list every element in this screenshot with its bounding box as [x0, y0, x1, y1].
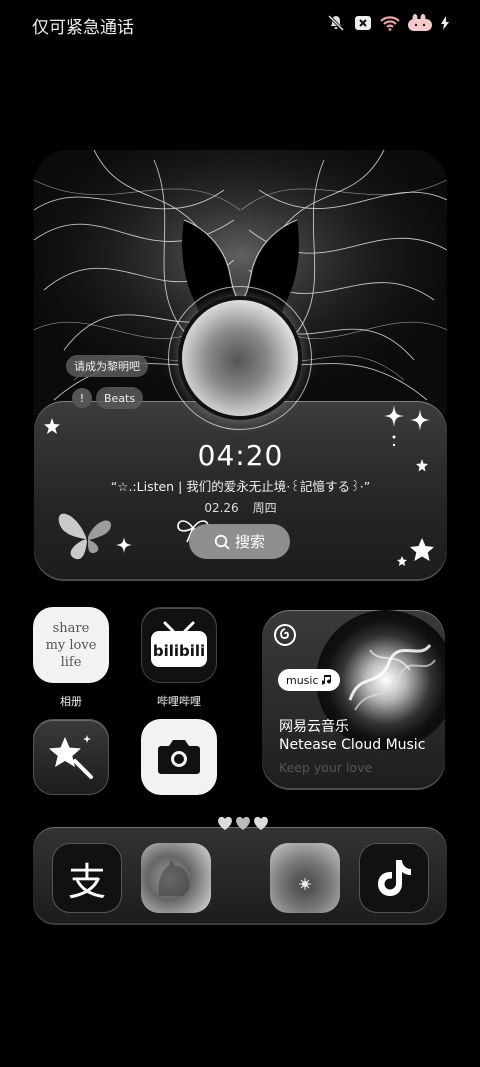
smoke-art	[348, 644, 436, 711]
album-art-line: share	[52, 620, 90, 636]
hearts-decoration	[216, 815, 270, 831]
mute-icon	[326, 14, 346, 32]
cat-photo-icon	[158, 860, 190, 896]
dock-cat-app[interactable]	[141, 843, 211, 913]
wifi-icon	[380, 14, 400, 32]
camera-icon	[158, 740, 200, 774]
alert-icon: !	[72, 388, 92, 408]
carrier-text: 仅可紧急通话	[32, 18, 134, 38]
music-note-icon	[321, 675, 331, 685]
album-app-icon[interactable]: share my love life	[33, 607, 109, 683]
album-art-line: my love	[45, 637, 97, 653]
beats-tag: Beats	[96, 387, 144, 409]
music-widget[interactable]: 请成为黎明吧 ! Beats 04:20 “☆.:Listen | 我们的爱永无…	[34, 150, 447, 581]
magic-wand-icon	[49, 735, 93, 779]
bilibili-app-icon[interactable]: bilibili	[141, 607, 217, 683]
status-icons	[326, 14, 450, 32]
netease-subtitle: Netease Cloud Music	[279, 737, 426, 753]
dock-alipay[interactable]: 支	[52, 843, 122, 913]
date-text: 02.26	[204, 501, 239, 515]
netease-widget[interactable]: music 网易云音乐 Netease Cloud Music Keep you…	[262, 610, 445, 790]
netease-title: 网易云音乐	[279, 719, 349, 735]
app-magic[interactable]	[33, 719, 109, 795]
alipay-icon: 支	[67, 859, 106, 904]
dock-tiktok[interactable]	[359, 843, 429, 913]
date-row: 02.26 周四	[34, 499, 447, 516]
search-button[interactable]: 搜索	[189, 524, 290, 559]
album-art-line: life	[60, 654, 82, 670]
lyric-tag: 请成为黎明吧	[66, 355, 148, 377]
album-disc[interactable]	[182, 300, 298, 416]
bilibili-logo-text: bilibili	[153, 642, 205, 660]
flower-photo-icon	[299, 878, 311, 890]
clock-time: 04:20	[197, 439, 284, 472]
charging-icon	[440, 14, 450, 32]
app-camera[interactable]	[141, 719, 217, 795]
tiktok-icon	[378, 860, 411, 896]
camera-app-icon[interactable]	[141, 719, 217, 795]
app-album[interactable]: share my love life 相册	[33, 607, 109, 709]
netease-tagline: Keep your love	[279, 760, 373, 775]
netease-logo-icon	[274, 624, 296, 646]
star-icon	[44, 418, 60, 434]
search-label: 搜索	[234, 533, 265, 551]
weekday-text: 周四	[252, 501, 277, 515]
status-bar: 仅可紧急通话	[0, 0, 480, 50]
search-icon	[214, 534, 230, 550]
magic-app-icon[interactable]	[33, 719, 109, 795]
no-sim-icon	[353, 14, 373, 32]
song-title: “☆.:Listen | 我们的爱永无止境·꒰記憶する꒱·”	[110, 479, 371, 494]
album-icon-art: share my love life	[46, 620, 97, 671]
bilibili-app-label: 哔哩哔哩	[157, 695, 201, 708]
butterfly-icon	[58, 513, 132, 560]
heart-icons	[218, 816, 268, 830]
bilibili-tv-icon: bilibili	[151, 621, 207, 667]
music-bubble-text: music	[286, 673, 319, 687]
music-bubble: music	[278, 669, 340, 691]
stars-icon	[397, 538, 434, 566]
dock-photo-app[interactable]	[270, 843, 340, 913]
app-bilibili[interactable]: bilibili 哔哩哔哩	[141, 607, 217, 709]
bunny-battery-icon	[407, 14, 433, 32]
album-app-label: 相册	[60, 695, 82, 708]
